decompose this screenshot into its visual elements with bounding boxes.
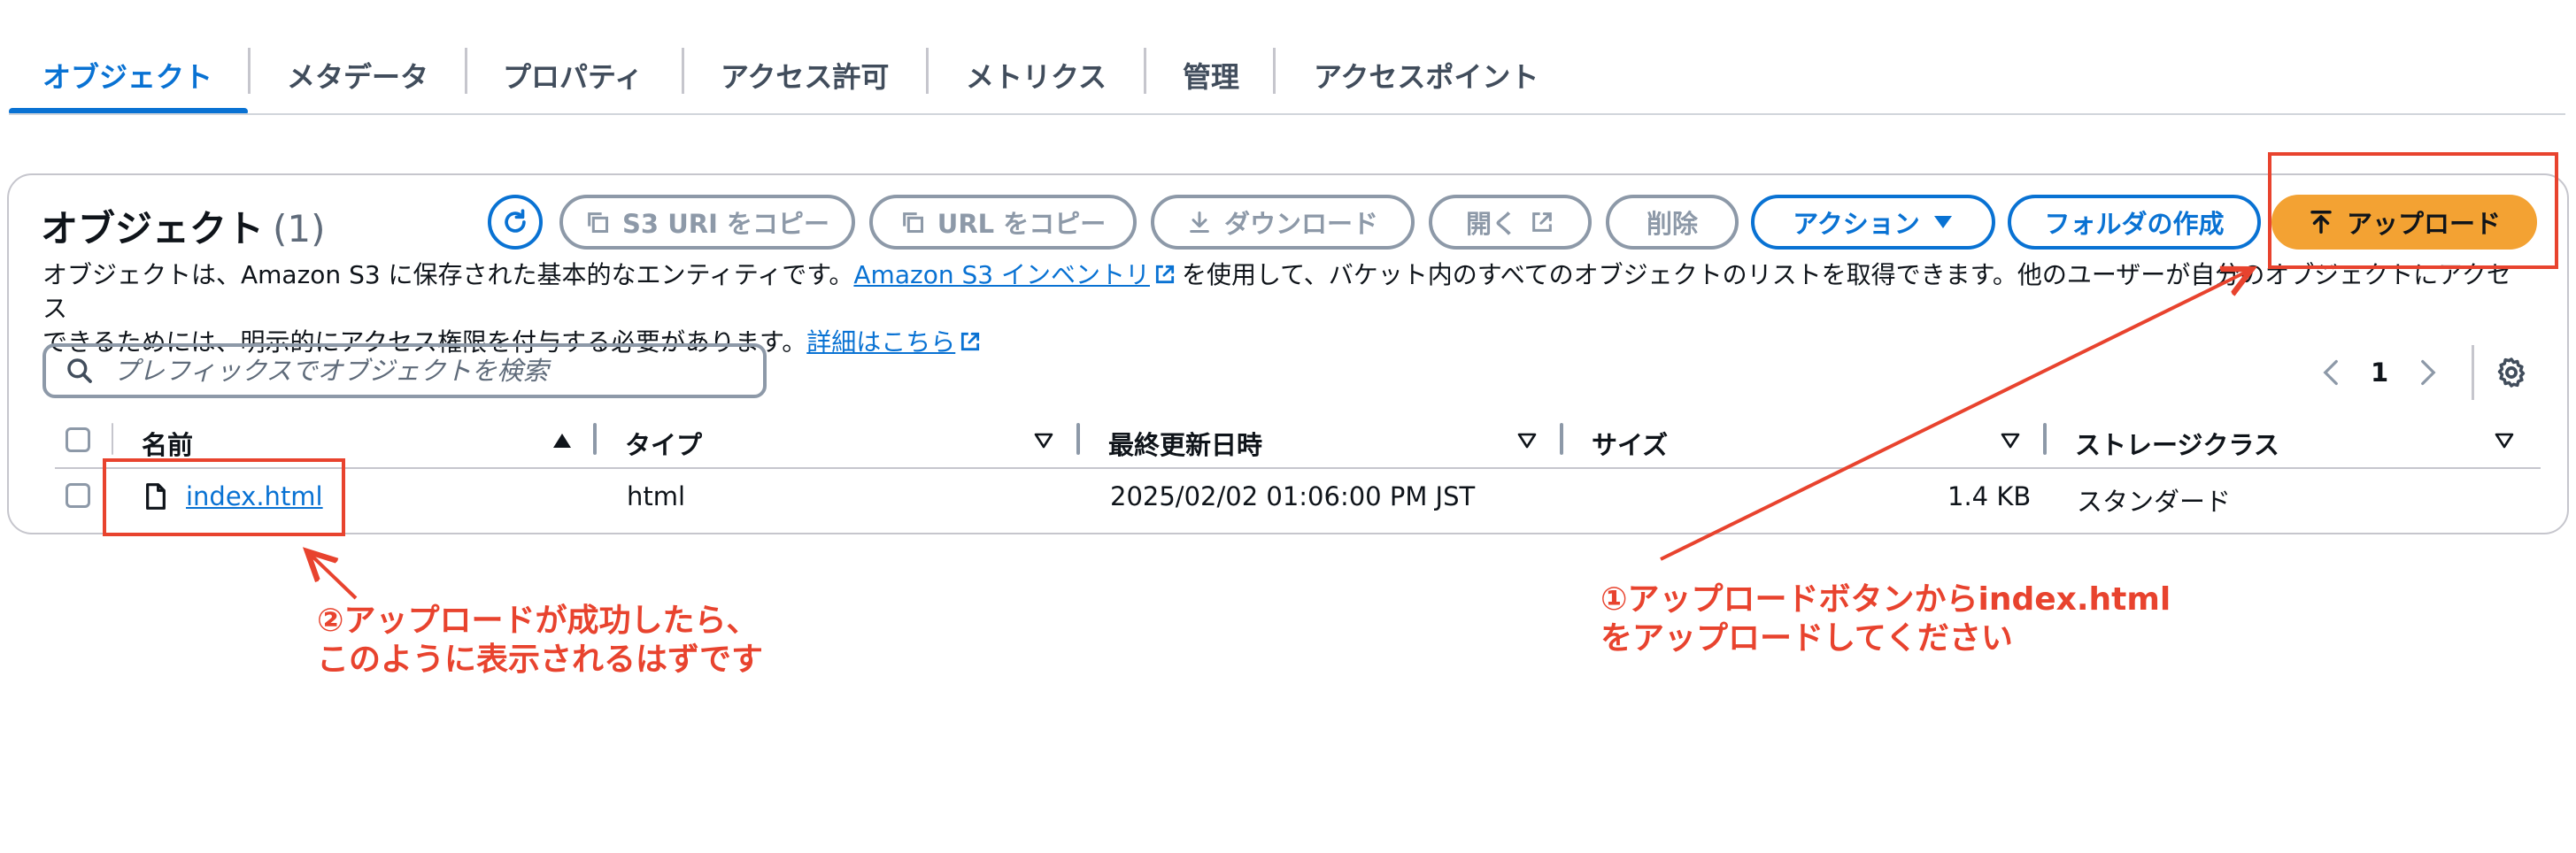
annotation-step1-line2: をアップロードしてください [1600,620,2013,657]
annotation-arrows [0,0,2576,600]
arrow-to-file [310,554,358,600]
annotation-step2: ②アップロードが成功したら、 このように表示されるはずです [317,602,763,680]
arrow-to-upload [1660,271,2248,561]
annotation-step2-line1: ②アップロードが成功したら、 [317,603,759,639]
annotation-step1: ①アップロードボタンからindex.html をアップロードしてください [1600,580,2171,658]
annotation-step2-line2: このように表示されるはずです [317,642,764,678]
annotation-step1-line1: ①アップロードボタンからindex.html [1600,581,2171,618]
